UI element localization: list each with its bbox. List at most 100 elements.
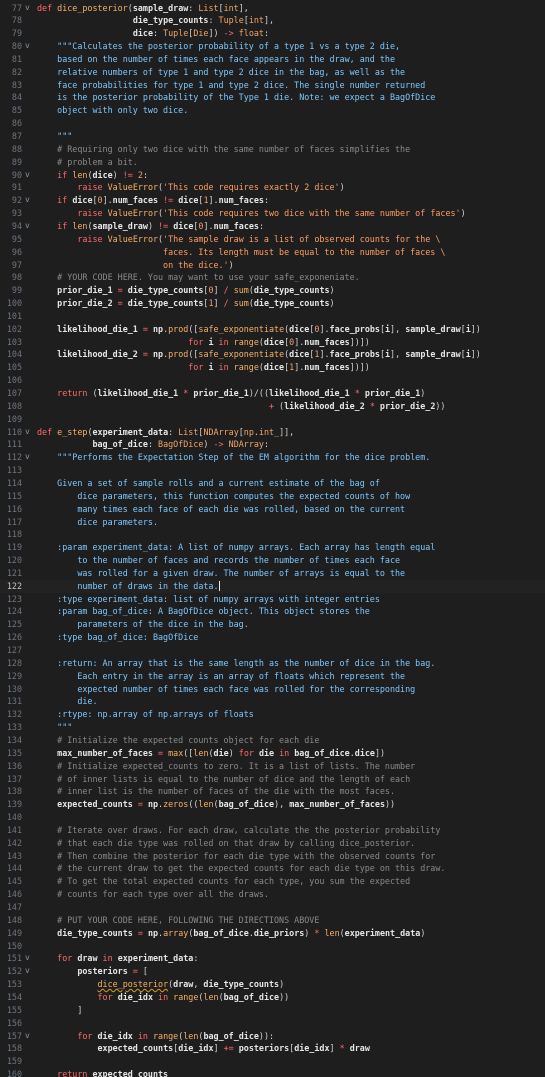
fold-chevron-icon[interactable]: v (25, 426, 33, 439)
code-line-149[interactable]: 149 die_type_counts = np.array(bag_of_di… (0, 927, 545, 940)
code-line-96[interactable]: 96 faces. Its length must be equal to th… (0, 246, 545, 259)
code-line-146[interactable]: 146 # counts for each type over all the … (0, 888, 545, 901)
code-line-123[interactable]: 123 :type experiment_data: list of numpy… (0, 593, 545, 606)
code-line-111[interactable]: 111 bag_of_dice: BagOfDice) -> NDArray: (0, 438, 545, 451)
code-line-122[interactable]: 122 number of draws in the data. (0, 579, 545, 593)
code-line-77[interactable]: 77 v def dice_posterior(sample_draw: List[… (0, 2, 545, 15)
code-line-124[interactable]: 124 :param bag_of_dice: A BagOfDice obje… (0, 605, 545, 618)
code-line-116[interactable]: 116 many times each face of each die was… (0, 503, 545, 516)
code-line-125[interactable]: 125 parameters of the dice in the bag. (0, 618, 545, 631)
code-line-84[interactable]: 84 is the posterior probability of the T… (0, 91, 545, 104)
code-line-158[interactable]: 158 expected_counts[die_idx] += posterio… (0, 1042, 545, 1055)
code-line-108[interactable]: 108 + (likelihood_die_2 * prior_die_2)) (0, 400, 545, 413)
code-line-137[interactable]: 137 # of inner lists is equal to the num… (0, 773, 545, 786)
code-line-130[interactable]: 130 expected number of times each face w… (0, 683, 545, 696)
fold-chevron-icon[interactable]: v (25, 40, 33, 53)
code-line-147[interactable]: 147 (0, 901, 545, 914)
code-line-104[interactable]: 104 likelihood_die_2 = np.prod([safe_exp… (0, 348, 545, 361)
code-line-94[interactable]: 94 v if len(sample_draw) != dice[0].num_f… (0, 220, 545, 233)
fold-chevron-icon[interactable]: v (25, 220, 33, 233)
code-editor[interactable]: 77 v def dice_posterior(sample_draw: List[… (0, 0, 545, 1077)
code-line-89[interactable]: 89 # problem a bit. (0, 156, 545, 169)
code-line-98[interactable]: 98 # YOUR CODE HERE. You may want to use… (0, 271, 545, 284)
code-line-160[interactable]: 160 return expected_counts (0, 1068, 545, 1077)
fold-chevron-icon[interactable]: v (25, 451, 33, 464)
code-line-97[interactable]: 97 on the dice.') (0, 259, 545, 272)
code-line-126[interactable]: 126 :type bag_of_dice: BagOfDice (0, 631, 545, 644)
code-line-102[interactable]: 102 likelihood_die_1 = np.prod([safe_exp… (0, 323, 545, 336)
code-text: :type bag_of_dice: BagOfDice (37, 631, 198, 644)
code-line-133[interactable]: 133 """ (0, 721, 545, 734)
code-line-141[interactable]: 141 # Iterate over draws. For each draw,… (0, 824, 545, 837)
code-line-153[interactable]: 153 dice_posterior(draw, die_type_counts… (0, 978, 545, 991)
code-line-95[interactable]: 95 raise ValueError('The sample draw is … (0, 233, 545, 246)
code-line-92[interactable]: 92 v if dice[0].num_faces != dice[1].num_… (0, 194, 545, 207)
code-line-127[interactable]: 127 (0, 644, 545, 657)
code-line-83[interactable]: 83 face probabilities for type 1 and typ… (0, 79, 545, 92)
code-line-143[interactable]: 143 # Then combine the posterior for eac… (0, 850, 545, 863)
code-line-87[interactable]: 87 """ (0, 130, 545, 143)
code-line-156[interactable]: 156 (0, 1017, 545, 1030)
code-line-78[interactable]: 78 die_type_counts: Tuple[int], (0, 14, 545, 27)
code-line-115[interactable]: 115 dice parameters, this function compu… (0, 490, 545, 503)
code-line-135[interactable]: 135 max_number_of_faces = max([len(die) … (0, 747, 545, 760)
code-line-152[interactable]: 152 v posteriors = [ (0, 965, 545, 978)
code-line-80[interactable]: 80 v """Calculates the posterior probabil… (0, 40, 545, 53)
code-line-81[interactable]: 81 based on the number of times each fac… (0, 53, 545, 66)
code-line-85[interactable]: 85 object with only two dice. (0, 104, 545, 117)
code-line-113[interactable]: 113 (0, 464, 545, 477)
code-line-90[interactable]: 90 v if len(dice) != 2: (0, 169, 545, 182)
fold-chevron-icon[interactable]: v (25, 965, 33, 978)
code-line-132[interactable]: 132 :rtype: np.array of np.arrays of flo… (0, 708, 545, 721)
code-line-131[interactable]: 131 die. (0, 695, 545, 708)
code-line-120[interactable]: 120 to the number of faces and records t… (0, 554, 545, 567)
code-line-155[interactable]: 155 ] (0, 1004, 545, 1017)
fold-chevron-icon[interactable]: v (25, 169, 33, 182)
code-line-159[interactable]: 159 (0, 1055, 545, 1068)
code-line-136[interactable]: 136 # Initialize expected_counts to zero… (0, 760, 545, 773)
code-line-107[interactable]: 107 return (likelihood_die_1 * prior_die… (0, 387, 545, 400)
fold-chevron-icon[interactable]: v (25, 2, 33, 15)
code-line-157[interactable]: 157 v for die_idx in range(len(bag_of_dic… (0, 1030, 545, 1043)
code-line-110[interactable]: 110 v def e_step(experiment_data: List[NDA… (0, 426, 545, 439)
code-token: # Iterate over draws. For each draw, cal… (37, 824, 441, 835)
code-line-144[interactable]: 144 # the current draw to get the expect… (0, 862, 545, 875)
code-line-128[interactable]: 128 :return: An array that is the same l… (0, 657, 545, 670)
code-line-88[interactable]: 88 # Requiring only two dice with the sa… (0, 143, 545, 156)
code-line-109[interactable]: 109 (0, 413, 545, 426)
code-line-138[interactable]: 138 # inner list is the number of faces … (0, 785, 545, 798)
code-line-134[interactable]: 134 # Initialize the expected counts obj… (0, 734, 545, 747)
code-line-139[interactable]: 139 expected_counts = np.zeros((len(bag_… (0, 798, 545, 811)
code-line-129[interactable]: 129 Each entry in the array is an array … (0, 670, 545, 683)
fold-chevron-icon[interactable]: v (25, 1030, 33, 1043)
code-line-118[interactable]: 118 (0, 528, 545, 541)
code-line-86[interactable]: 86 (0, 117, 545, 130)
code-line-151[interactable]: 151 v for draw in experiment_data: (0, 952, 545, 965)
code-line-114[interactable]: 114 Given a set of sample rolls and a cu… (0, 477, 545, 490)
code-line-140[interactable]: 140 (0, 811, 545, 824)
code-line-112[interactable]: 112 v """Performs the Expectation Step of… (0, 451, 545, 464)
code-line-93[interactable]: 93 raise ValueError('This code requires … (0, 207, 545, 220)
code-line-99[interactable]: 99 prior_die_1 = die_type_counts[0] / su… (0, 284, 545, 297)
fold-chevron-icon[interactable]: v (25, 194, 33, 207)
code-line-82[interactable]: 82 relative numbers of type 1 and type 2… (0, 66, 545, 79)
code-line-121[interactable]: 121 was rolled for a given draw. The num… (0, 567, 545, 580)
code-line-142[interactable]: 142 # that each die type was rolled on t… (0, 837, 545, 850)
code-line-150[interactable]: 150 (0, 940, 545, 953)
code-line-148[interactable]: 148 # PUT YOUR CODE HERE, FOLLOWING THE … (0, 914, 545, 927)
code-line-154[interactable]: 154 for die_idx in range(len(bag_of_dice… (0, 991, 545, 1004)
code-line-101[interactable]: 101 (0, 310, 545, 323)
code-line-145[interactable]: 145 # To get the total expected counts f… (0, 875, 545, 888)
code-line-100[interactable]: 100 prior_die_2 = die_type_counts[1] / s… (0, 297, 545, 310)
code-line-103[interactable]: 103 for i in range(dice[0].num_faces])]) (0, 336, 545, 349)
code-line-106[interactable]: 106 (0, 374, 545, 387)
code-line-79[interactable]: 79 dice: Tuple[Die]) -> float: (0, 27, 545, 40)
code-line-105[interactable]: 105 for i in range(dice[1].num_faces])]) (0, 361, 545, 374)
code-line-119[interactable]: 119 :param experiment_data: A list of nu… (0, 541, 545, 554)
fold-chevron-icon[interactable]: v (25, 952, 33, 965)
code-line-91[interactable]: 91 raise ValueError('This code requires … (0, 181, 545, 194)
code-line-117[interactable]: 117 dice parameters. (0, 516, 545, 529)
